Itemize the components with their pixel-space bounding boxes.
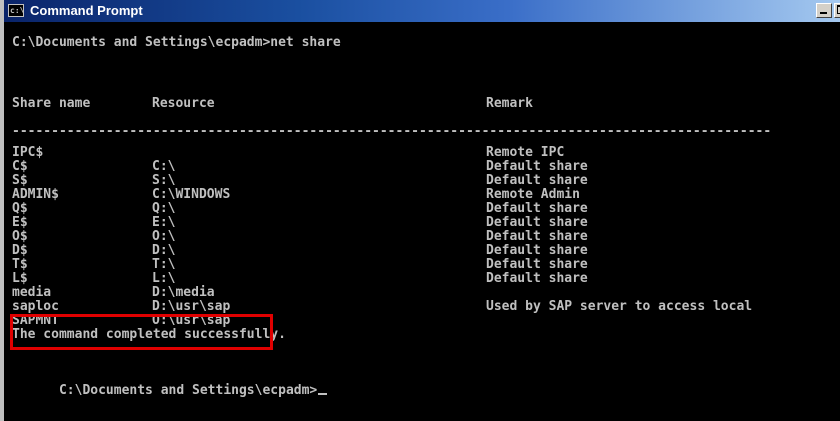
share-remark: Default share [486, 271, 588, 286]
share-remark: Used by SAP server to access local [486, 299, 753, 314]
share-name: T$ [12, 257, 28, 272]
share-resource: S:\ [152, 173, 176, 188]
share-resource: C:\ [152, 159, 176, 174]
share-remark: Remote Admin [486, 187, 580, 202]
share-resource: D:\usr\sap [152, 299, 231, 314]
share-resource: C:\WINDOWS [152, 187, 231, 202]
share-row: ADMIN$ C:\WINDOWS Remote Admin [12, 187, 580, 202]
header-remark: Remark [486, 96, 533, 111]
share-row: E$ E:\ Default share [12, 215, 588, 230]
share-row: saploc D:\usr\sap Used by SAP server to … [12, 299, 752, 314]
share-remark: Default share [486, 201, 588, 216]
share-row: L$ L:\ Default share [12, 271, 588, 286]
header-resource: Resource [152, 96, 215, 111]
share-name: Q$ [12, 201, 28, 216]
share-row: IPC$ Remote IPC [12, 145, 564, 160]
maximize-button[interactable] [834, 3, 840, 18]
share-remark: Remote IPC [486, 145, 565, 160]
prompt-text: C:\Documents and Settings\ecpadm> [58, 383, 318, 398]
share-row: O$ O:\ Default share [12, 229, 588, 244]
share-resource: T:\ [152, 257, 176, 272]
text-cursor [318, 393, 328, 395]
share-resource: L:\ [152, 271, 176, 286]
minimize-icon [820, 12, 827, 14]
share-resource: O:\ [152, 229, 176, 244]
separator-line: ----------------------------------------… [12, 125, 772, 139]
header-row: Share name Resource Remark [12, 97, 533, 111]
share-resource: Q:\ [152, 201, 176, 216]
share-name: saploc [12, 299, 59, 314]
console-output[interactable]: C:\Documents and Settings\ecpadm>net sha… [12, 22, 840, 421]
share-name: ADMIN$ [12, 187, 59, 202]
prompt-line[interactable]: C:\Documents and Settings\ecpadm> [12, 370, 328, 398]
share-name: O$ [12, 229, 28, 244]
share-name: S$ [12, 173, 28, 188]
share-row: D$ D:\ Default share [12, 243, 588, 258]
share-remark: Default share [486, 229, 588, 244]
share-name: IPC$ [12, 145, 44, 160]
command-line: C:\Documents and Settings\ecpadm>net sha… [12, 35, 341, 50]
share-row: S$ S:\ Default share [12, 173, 588, 188]
share-resource: D:\media [152, 285, 215, 300]
command-prompt-window: c:\ Command Prompt C:\Documents and Sett… [0, 0, 840, 421]
share-row: media D:\media [12, 285, 215, 300]
share-remark: Default share [486, 257, 588, 272]
highlight-box [10, 314, 273, 350]
share-name: E$ [12, 215, 28, 230]
share-resource: E:\ [152, 215, 176, 230]
header-share-name: Share name [12, 96, 91, 111]
window-title: Command Prompt [30, 3, 143, 18]
share-row: T$ T:\ Default share [12, 257, 588, 272]
minimize-button[interactable] [816, 3, 832, 18]
share-remark: Default share [486, 215, 588, 230]
share-row: C$ C:\ Default share [12, 159, 588, 174]
share-remark: Default share [486, 243, 588, 258]
share-name: L$ [12, 271, 28, 286]
share-remark: Default share [486, 173, 588, 188]
title-bar[interactable]: c:\ Command Prompt [4, 0, 840, 22]
share-resource: D:\ [152, 243, 176, 258]
share-remark: Default share [486, 159, 588, 174]
share-name: media [12, 285, 52, 300]
console-app-icon[interactable]: c:\ [8, 4, 24, 17]
share-name: C$ [12, 159, 28, 174]
share-name: D$ [12, 243, 28, 258]
share-row: Q$ Q:\ Default share [12, 201, 588, 216]
